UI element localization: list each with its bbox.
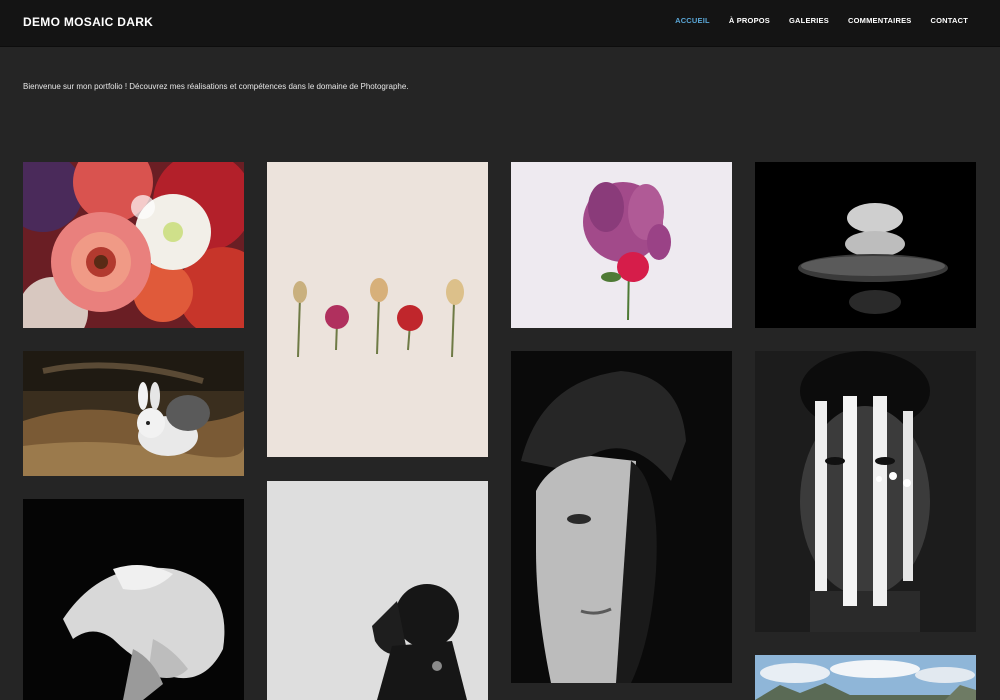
site-header: DEMO MOSAIC DARK ACCUEIL À PROPOS GALERI… bbox=[0, 0, 1000, 47]
gallery-photo-mountain[interactable] bbox=[755, 655, 976, 700]
nav-commentaires[interactable]: COMMENTAIRES bbox=[848, 16, 912, 26]
gallery-photo-flowers[interactable] bbox=[23, 162, 244, 328]
gallery-photo-bw-portrait[interactable] bbox=[511, 351, 732, 683]
nav-galeries[interactable]: GALERIES bbox=[789, 16, 829, 26]
gallery-photo-stones[interactable] bbox=[755, 162, 976, 328]
nav-contact[interactable]: CONTACT bbox=[930, 16, 968, 26]
gallery-photo-bw-hand[interactable] bbox=[23, 499, 244, 700]
site-brand-link[interactable]: DEMO MOSAIC DARK bbox=[23, 15, 153, 29]
gallery-photo-dried-flowers[interactable] bbox=[267, 162, 488, 457]
gallery-photo-lilac[interactable] bbox=[511, 162, 732, 328]
nav-accueil[interactable]: ACCUEIL bbox=[675, 16, 710, 26]
gallery-photo-rabbit[interactable] bbox=[23, 351, 244, 476]
gallery-photo-face-paint[interactable] bbox=[755, 351, 976, 632]
nav-a-propos[interactable]: À PROPOS bbox=[729, 16, 770, 26]
intro-text: Bienvenue sur mon portfolio ! Découvrez … bbox=[23, 82, 409, 91]
gallery-photo-bw-silhouette[interactable] bbox=[267, 481, 488, 700]
main-nav: ACCUEIL À PROPOS GALERIES COMMENTAIRES C… bbox=[656, 16, 968, 26]
